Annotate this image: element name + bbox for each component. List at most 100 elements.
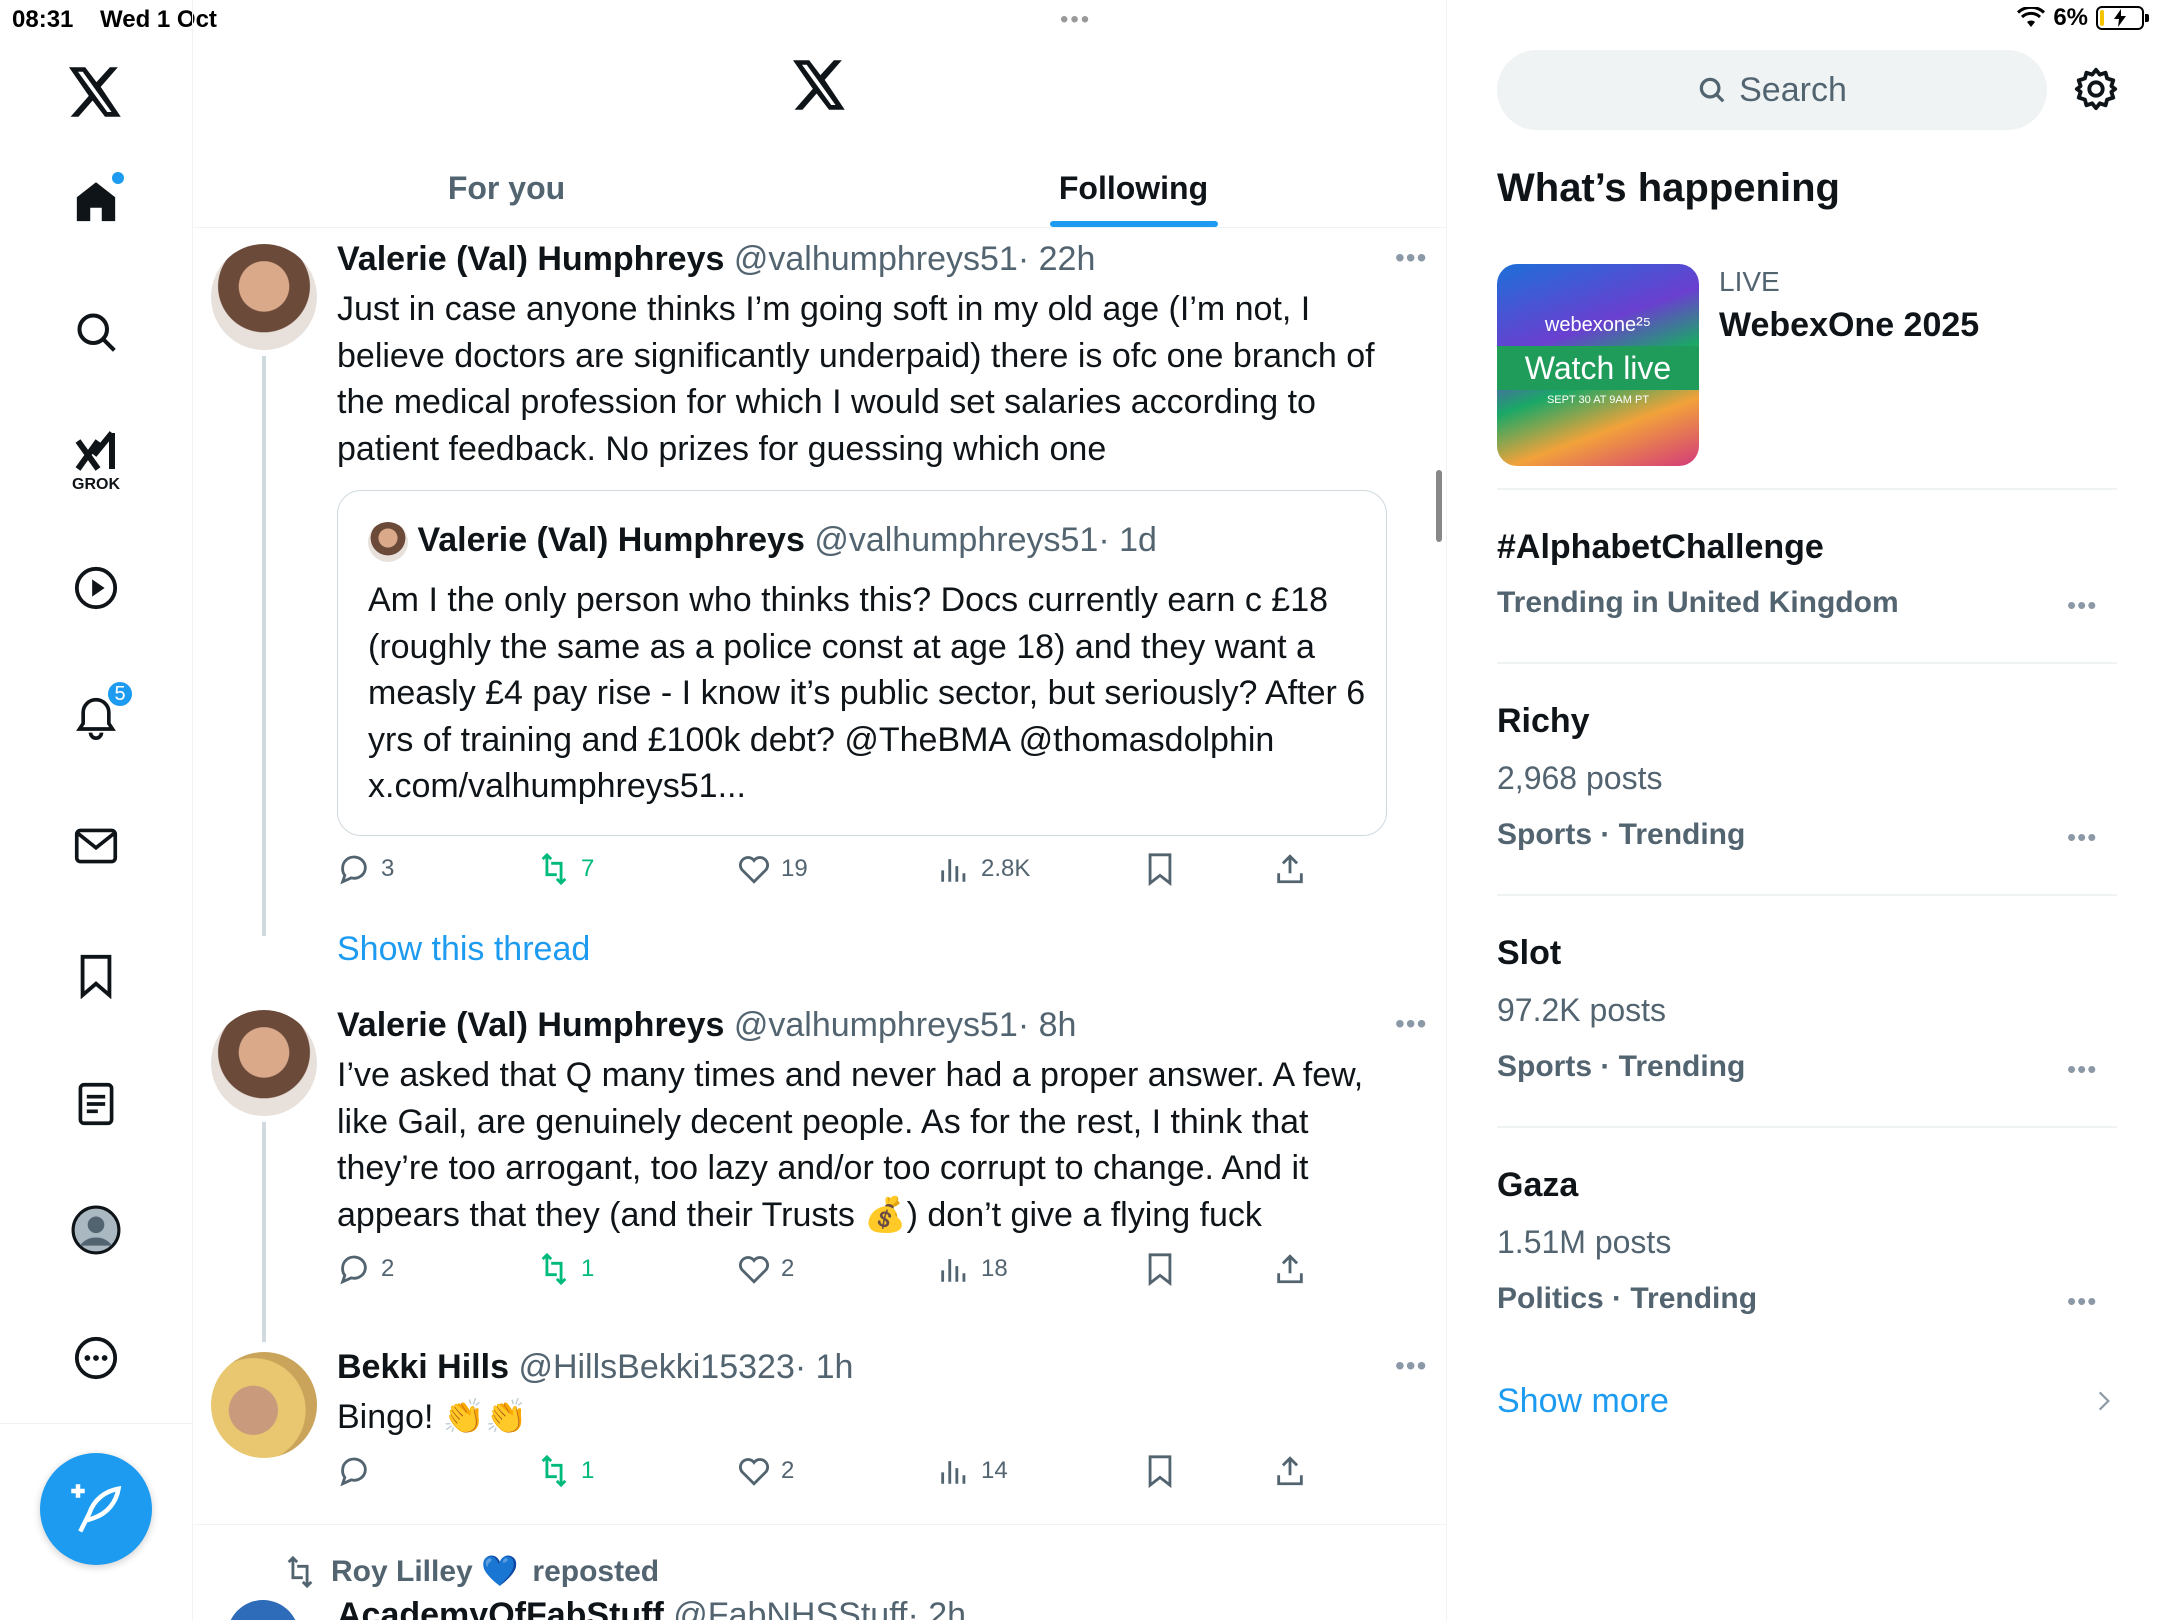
home-unread-dot [112, 172, 124, 184]
whats-happening-title: What’s happening [1497, 166, 1840, 210]
views-chart-icon [941, 859, 966, 882]
reply-button[interactable] [337, 1454, 381, 1488]
share-icon [1277, 1456, 1303, 1486]
reply-icon [340, 855, 367, 885]
trend-more-icon[interactable]: ••• [2067, 822, 2097, 853]
nav-video[interactable] [64, 556, 128, 620]
nav-home[interactable] [64, 170, 128, 234]
nav-messages[interactable] [64, 814, 128, 878]
like-button[interactable]: 19 [737, 852, 808, 886]
avatar[interactable] [211, 1010, 317, 1116]
share-button[interactable] [1273, 1252, 1307, 1286]
bookmark-button[interactable] [1143, 1454, 1177, 1488]
trend-more-icon[interactable]: ••• [2067, 1286, 2097, 1317]
trend-more-icon[interactable]: ••• [2067, 590, 2097, 621]
like-button[interactable]: 2 [737, 1252, 794, 1286]
live-event-thumbnail[interactable]: webexone²⁵ Watch live SEPT 30 AT 9AM PT [1497, 264, 1699, 466]
trend-title[interactable]: #AlphabetChallenge [1497, 528, 1824, 567]
search-input[interactable]: Search [1497, 50, 2047, 130]
share-button[interactable] [1273, 1454, 1307, 1488]
views-button[interactable]: 14 [937, 1454, 1008, 1488]
heart-icon [739, 1256, 769, 1284]
tweet-actions: 1 2 14 [337, 1454, 1387, 1498]
repost-count: 7 [581, 855, 595, 882]
author-name[interactable]: Valerie (Val) Humphreys [337, 240, 724, 278]
nav-explore[interactable] [64, 300, 128, 364]
trend-title[interactable]: Gaza [1497, 1166, 1578, 1205]
quote-text: Am I the only person who thinks this? Do… [368, 581, 1366, 805]
tweet-time[interactable]: · 8h [1018, 1006, 1077, 1044]
reply-button[interactable]: 2 [337, 1252, 394, 1286]
tweet-time[interactable]: · 22h [1018, 240, 1096, 278]
x-header-logo-icon [793, 60, 857, 124]
avatar[interactable] [227, 1600, 299, 1620]
nav-profile[interactable] [64, 1198, 128, 1262]
nav-bookmarks[interactable] [64, 944, 128, 1008]
tweet-more-icon[interactable]: ••• [1395, 1008, 1427, 1040]
repost-button[interactable]: 1 [537, 1252, 594, 1286]
avatar[interactable] [211, 1352, 317, 1458]
author-handle[interactable]: @HillsBekki15323 [518, 1348, 794, 1386]
share-button[interactable] [1273, 852, 1307, 886]
repost-icon [541, 852, 567, 886]
quote-time: · 1d [1098, 521, 1157, 559]
play-circle-icon [74, 566, 118, 610]
bookmark-icon [1148, 853, 1172, 886]
reply-button[interactable]: 3 [337, 852, 394, 886]
tweet-header: Bekki Hills @HillsBekki15323· 1h [337, 1348, 853, 1387]
tab-for-you[interactable]: For you [193, 150, 820, 227]
author-name[interactable]: Bekki Hills [337, 1348, 509, 1386]
nav-more[interactable] [64, 1326, 128, 1390]
tweet-more-icon[interactable]: ••• [1395, 1350, 1427, 1382]
show-more-link[interactable]: Show more [1497, 1382, 1669, 1421]
repost-action: reposted [532, 1554, 660, 1588]
compose-post-button[interactable] [40, 1453, 152, 1565]
author-name[interactable]: AcademyOfFabStuff [337, 1596, 664, 1620]
like-count: 2 [781, 1457, 795, 1484]
settings-gear-icon[interactable] [2073, 66, 2121, 114]
author-handle[interactable]: @valhumphreys51 [734, 240, 1018, 278]
trend-more-icon[interactable]: ••• [2067, 1054, 2097, 1085]
views-button[interactable]: 18 [937, 1252, 1008, 1286]
reposter-name[interactable]: Roy Lilley 💙 [331, 1554, 518, 1589]
repost-button[interactable]: 7 [537, 852, 594, 886]
list-icon [78, 1082, 114, 1126]
tweet-time[interactable]: · 2h [907, 1596, 966, 1620]
author-name[interactable]: Valerie (Val) Humphreys [337, 1006, 724, 1044]
views-button[interactable]: 2.8K [937, 852, 1030, 886]
thread-line [262, 1122, 266, 1342]
chevron-right-icon[interactable] [2091, 1388, 2117, 1414]
divider [1497, 894, 2117, 896]
repost-button[interactable]: 1 [537, 1454, 594, 1488]
repost-icon [541, 1454, 567, 1488]
timeline-scrollbar[interactable] [1436, 470, 1442, 542]
tweet-time[interactable]: · 1h [795, 1348, 854, 1386]
quote-author-handle: @valhumphreys51 [814, 521, 1099, 559]
more-circle-icon [74, 1336, 118, 1380]
nav-grok[interactable]: GROK [64, 420, 128, 493]
avatar[interactable] [211, 244, 317, 350]
tab-following[interactable]: Following [820, 150, 1447, 227]
author-handle[interactable]: @FabNHSStuff [673, 1596, 907, 1620]
bookmark-button[interactable] [1143, 852, 1177, 886]
like-button[interactable]: 2 [737, 1454, 794, 1488]
trend-context: Sports · Trending [1497, 818, 1746, 851]
author-handle[interactable]: @valhumphreys51 [734, 1006, 1018, 1044]
view-count: 18 [981, 1255, 1008, 1282]
views-chart-icon [941, 1259, 966, 1282]
tweet-more-icon[interactable]: ••• [1395, 242, 1427, 274]
live-card-date: SEPT 30 AT 9AM PT [1546, 394, 1650, 406]
nav-notifications[interactable]: 5 [64, 680, 134, 750]
live-event-name[interactable]: WebexOne 2025 [1719, 306, 1979, 345]
quoted-tweet[interactable]: Valerie (Val) Humphreys @valhumphreys51·… [337, 490, 1387, 836]
show-thread-link[interactable]: Show this thread [337, 930, 590, 969]
repost-context: Roy Lilley 💙 reposted [283, 1554, 659, 1589]
trend-posts: 2,968 posts [1497, 760, 1663, 796]
nav-lists[interactable] [64, 1072, 128, 1136]
repost-count: 1 [581, 1457, 595, 1484]
divider [1497, 662, 2117, 664]
trend-title[interactable]: Richy [1497, 702, 1590, 741]
bookmark-button[interactable] [1143, 1252, 1177, 1286]
x-logo-icon[interactable] [60, 56, 132, 128]
trend-title[interactable]: Slot [1497, 934, 1561, 973]
